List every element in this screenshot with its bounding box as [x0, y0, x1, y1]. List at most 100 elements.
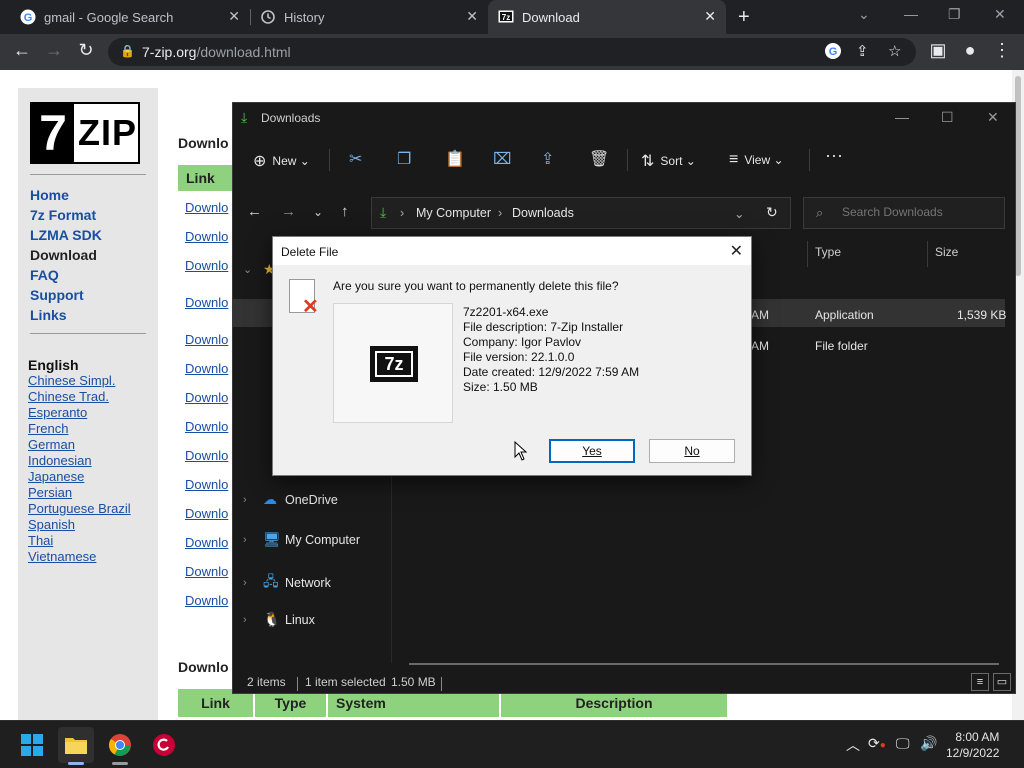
nav-network[interactable]: › 🖧 Network [243, 571, 331, 595]
taskbar-debian[interactable] [146, 727, 182, 763]
start-button[interactable] [14, 727, 50, 763]
download-link[interactable]: Downlo [185, 535, 228, 550]
lang-link[interactable]: Thai [28, 533, 53, 548]
download-link[interactable]: Downlo [185, 229, 228, 244]
chrome-menu-icon[interactable]: ⋮ [990, 40, 1014, 61]
download-link[interactable]: Downlo [185, 506, 228, 521]
address-bar[interactable]: 🔒 7-zip.org/download.html G ⇪ ☆ [108, 38, 916, 66]
lang-link[interactable]: Esperanto [28, 405, 87, 420]
lang-link[interactable]: Portuguese Brazil [28, 501, 131, 516]
download-link[interactable]: Downlo [185, 477, 228, 492]
forward-icon[interactable]: → [42, 40, 66, 61]
taskbar-chrome[interactable] [102, 727, 138, 765]
nav-onedrive[interactable]: › ☁ OneDrive [243, 491, 338, 508]
breadcrumb-my-computer[interactable]: My Computer [416, 206, 491, 220]
download-link[interactable]: Downlo [185, 448, 228, 463]
lang-link[interactable]: Vietnamese [28, 549, 96, 564]
minimize-icon[interactable]: — [904, 6, 918, 22]
reload-icon[interactable]: ↻ [74, 40, 98, 61]
nav-download[interactable]: Download [30, 247, 97, 263]
lang-link[interactable]: Japanese [28, 469, 84, 484]
download-link[interactable]: Downlo [185, 564, 228, 579]
lang-link[interactable]: German [28, 437, 75, 452]
tab-history[interactable]: History ✕ [250, 0, 488, 34]
sort-button[interactable]: ⇅ Sort ⌄ [641, 151, 696, 171]
cut-icon[interactable]: ✂ [349, 149, 362, 169]
nav-my-computer[interactable]: › 🖥 My Computer [243, 531, 360, 548]
explorer-address-bar[interactable]: ⤓ › My Computer › Downloads ⌄ ↻ [371, 197, 791, 229]
nav-home[interactable]: Home [30, 187, 69, 203]
tab-search-icon[interactable]: ⌄ [858, 6, 870, 23]
back-icon[interactable]: ← [247, 203, 262, 220]
search-input[interactable] [842, 205, 992, 219]
details-view-icon[interactable]: ≡ [971, 673, 989, 691]
lang-link[interactable]: Indonesian [28, 453, 92, 468]
system-clock[interactable]: 8:00 AM 12/9/2022 [946, 729, 999, 761]
taskbar-file-explorer[interactable] [58, 727, 94, 765]
tiles-view-icon[interactable]: ▭ [993, 673, 1011, 691]
update-alert-icon[interactable]: ⟳● [868, 735, 886, 752]
view-button[interactable]: ≡ View ⌄ [729, 151, 784, 169]
restore-icon[interactable]: ❐ [948, 6, 961, 23]
bookmark-star-icon[interactable]: ☆ [888, 42, 901, 60]
share-icon[interactable]: ⇪ [856, 42, 869, 60]
copy-icon[interactable]: ❐ [397, 149, 411, 169]
nav-7z-format[interactable]: 7z Format [30, 207, 96, 223]
more-options-icon[interactable]: ··· [825, 145, 843, 166]
recent-locations-icon[interactable]: ⌄ [313, 205, 323, 219]
close-window-icon[interactable]: ✕ [987, 109, 999, 126]
tab-gmail-search[interactable]: G gmail - Google Search ✕ [0, 0, 250, 34]
close-tab-icon[interactable]: ✕ [466, 8, 478, 25]
column-header-type[interactable]: Type [815, 245, 841, 259]
delete-icon[interactable]: 🗑 [589, 149, 609, 169]
share-icon[interactable]: ⇪ [541, 149, 554, 169]
download-link[interactable]: Downlo [185, 361, 228, 376]
close-icon[interactable]: ✕ [730, 241, 743, 261]
lock-icon[interactable]: 🔒 [120, 44, 135, 58]
download-link[interactable]: Downlo [185, 295, 228, 310]
back-icon[interactable]: ← [10, 40, 34, 61]
google-lens-icon[interactable]: G [824, 42, 842, 64]
url-text[interactable]: 7-zip.org/download.html [142, 44, 291, 60]
breadcrumb-downloads[interactable]: Downloads [512, 206, 574, 220]
nav-lzma-sdk[interactable]: LZMA SDK [30, 227, 102, 243]
nav-links[interactable]: Links [30, 307, 67, 323]
chevron-up-icon[interactable]: ︿ [846, 735, 860, 755]
refresh-icon[interactable]: ↻ [766, 204, 778, 221]
download-link[interactable]: Downlo [185, 390, 228, 405]
lang-link[interactable]: Chinese Trad. [28, 389, 109, 404]
close-window-icon[interactable]: ✕ [994, 6, 1006, 23]
download-link[interactable]: Downlo [185, 200, 228, 215]
minimize-icon[interactable]: — [895, 109, 909, 125]
explorer-title-bar[interactable]: ⤓ Downloads — ☐ ✕ [233, 103, 1015, 133]
download-link[interactable]: Downlo [185, 332, 228, 347]
maximize-icon[interactable]: ☐ [941, 109, 954, 126]
tab-download[interactable]: 7z Download ✕ [488, 0, 726, 34]
lang-link[interactable]: French [28, 421, 68, 436]
new-button[interactable]: ⊕ New ⌄ [253, 151, 310, 171]
nav-support[interactable]: Support [30, 287, 84, 303]
paste-icon[interactable]: 📋 [445, 149, 465, 169]
side-panel-icon[interactable]: ▣ [926, 40, 950, 61]
rename-icon[interactable]: ⌧ [493, 149, 511, 169]
dialog-title-bar[interactable]: Delete File ✕ [273, 237, 751, 265]
close-tab-icon[interactable]: ✕ [704, 8, 716, 25]
nav-faq[interactable]: FAQ [30, 267, 59, 283]
lang-link[interactable]: Spanish [28, 517, 75, 532]
up-icon[interactable]: ↑ [341, 203, 349, 220]
horizontal-scrollbar[interactable] [409, 663, 999, 665]
lang-link[interactable]: Chinese Simpl. [28, 373, 115, 388]
download-link[interactable]: Downlo [185, 258, 228, 273]
nav-linux[interactable]: › 🐧 Linux [243, 611, 315, 628]
network-tray-icon[interactable]: 🖵 [896, 735, 910, 752]
chevron-down-icon[interactable]: ⌄ [734, 206, 744, 221]
no-button[interactable]: No [649, 439, 735, 463]
new-tab-button[interactable]: + [738, 6, 750, 29]
column-header-size[interactable]: Size [935, 245, 958, 259]
7zip-logo[interactable]: 7 ZIP [30, 102, 140, 164]
search-downloads[interactable]: ⌕ [803, 197, 1005, 229]
lang-link[interactable]: Persian [28, 485, 72, 500]
forward-icon[interactable]: → [281, 203, 296, 220]
volume-icon[interactable]: 🔊 [920, 735, 937, 752]
close-tab-icon[interactable]: ✕ [228, 8, 240, 25]
